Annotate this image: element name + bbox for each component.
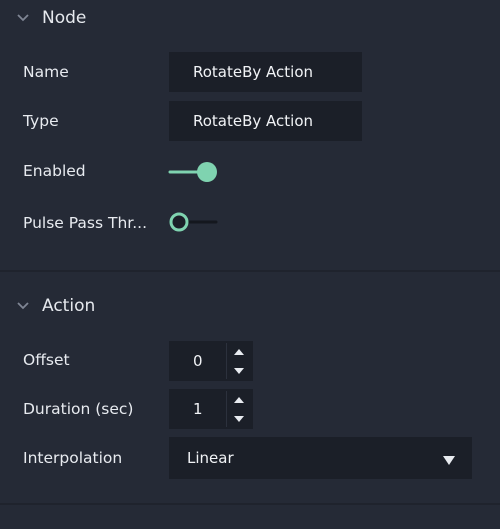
enabled-toggle[interactable]: [168, 161, 220, 183]
name-label: Name: [23, 63, 69, 81]
interpolation-select[interactable]: Linear: [169, 437, 472, 479]
type-label: Type: [23, 112, 59, 130]
type-value: RotateBy Action: [193, 112, 314, 130]
interpolation-value: Linear: [187, 449, 234, 467]
caret-down-icon[interactable]: [227, 361, 251, 380]
node-section-header[interactable]: Node: [0, 0, 500, 36]
duration-stepper[interactable]: 1: [169, 389, 253, 429]
properties-panel: Node Name RotateBy Action Type RotateBy …: [0, 0, 500, 529]
pulse-pass-through-toggle[interactable]: [168, 211, 220, 233]
offset-stepper[interactable]: 0: [169, 341, 253, 381]
offset-value[interactable]: 0: [193, 341, 203, 381]
section-divider: [0, 270, 500, 272]
pulse-pass-through-label: Pulse Pass Thr...: [23, 214, 147, 232]
name-field[interactable]: RotateBy Action: [169, 52, 362, 92]
node-section-title: Node: [42, 8, 87, 28]
action-section-title: Action: [42, 296, 96, 316]
name-value: RotateBy Action: [193, 63, 314, 81]
interpolation-label: Interpolation: [23, 449, 123, 467]
caret-up-icon[interactable]: [227, 390, 251, 409]
chevron-down-icon[interactable]: [16, 299, 30, 313]
triangle-down-icon[interactable]: [442, 452, 456, 465]
action-section-header[interactable]: Action: [0, 288, 500, 324]
chevron-down-icon[interactable]: [16, 11, 30, 25]
offset-label: Offset: [23, 351, 70, 369]
section-divider: [0, 503, 500, 505]
caret-up-icon[interactable]: [227, 342, 251, 361]
enabled-label: Enabled: [23, 162, 86, 180]
duration-label: Duration (sec): [23, 400, 134, 418]
duration-value[interactable]: 1: [193, 389, 203, 429]
caret-down-icon[interactable]: [227, 409, 251, 428]
type-field: RotateBy Action: [169, 101, 362, 141]
